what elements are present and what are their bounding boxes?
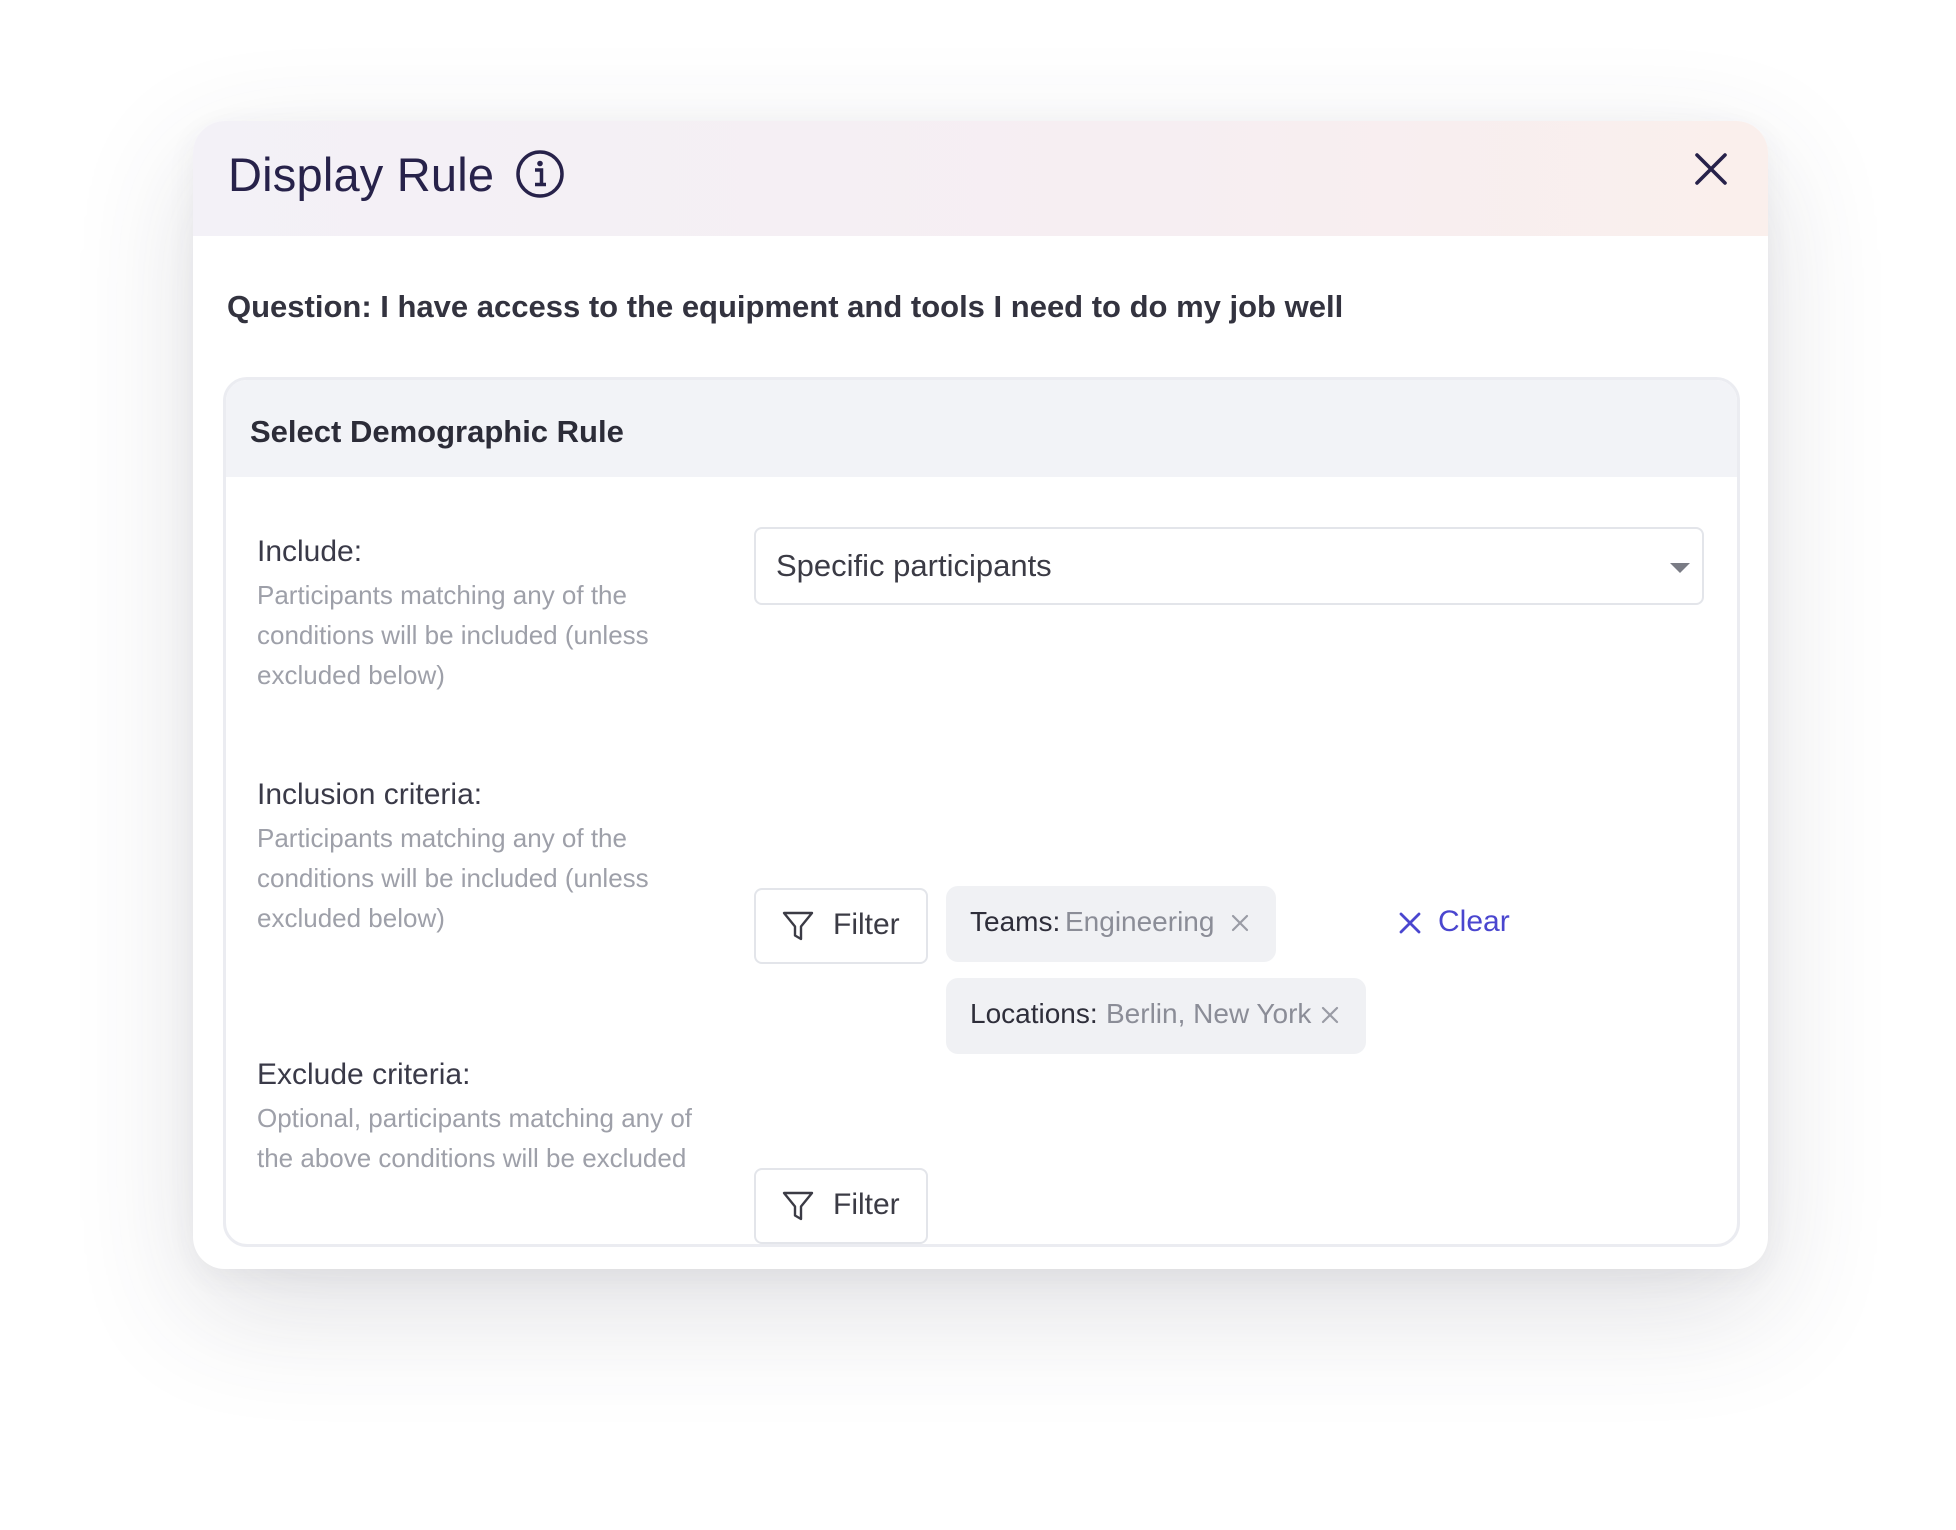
include-label: Include: — [257, 535, 363, 568]
inclusion-filter-button[interactable]: Filter — [754, 888, 928, 964]
rule-card-title: Select Demographic Rule — [250, 414, 624, 449]
filter-chip-locations: Locations: Berlin, New York — [946, 978, 1366, 1054]
dialog-title: Display Rule — [228, 148, 495, 201]
inclusion-criteria-help: Participants matching any of the conditi… — [257, 823, 649, 933]
chevron-down-icon — [1670, 563, 1690, 573]
remove-chip-icon[interactable] — [1230, 913, 1250, 933]
chip-key: Locations: — [970, 998, 1098, 1029]
dialog-header: Display Rule — [193, 121, 1768, 236]
include-select-value: Specific participants — [776, 548, 1052, 583]
exclude-criteria-help: Optional, participants matching any of t… — [257, 1103, 693, 1173]
exclude-filter-button[interactable]: Filter — [754, 1168, 928, 1244]
funnel-icon — [782, 1191, 814, 1221]
clear-filters-label: Clear — [1438, 905, 1510, 938]
clear-filters-button[interactable]: Clear — [1398, 903, 1518, 943]
question-text: Question: I have access to the equipment… — [227, 289, 1344, 324]
x-icon — [1399, 912, 1421, 934]
include-help: Participants matching any of the conditi… — [257, 580, 649, 690]
exclude-criteria-label: Exclude criteria: — [257, 1058, 471, 1091]
exclude-filter-label: Filter — [833, 1188, 900, 1221]
chip-key: Teams: — [970, 906, 1061, 937]
chip-value: Berlin, New York — [1106, 998, 1312, 1029]
inclusion-filter-label: Filter — [833, 908, 900, 941]
funnel-icon — [782, 911, 814, 941]
display-rule-dialog: Display Rule Question: I have access to … — [193, 121, 1768, 1269]
remove-chip-icon[interactable] — [1320, 1005, 1340, 1025]
chip-value: Engineering — [1065, 906, 1215, 937]
close-icon[interactable] — [1693, 151, 1729, 187]
info-icon[interactable] — [515, 149, 565, 199]
rule-card-header: Select Demographic Rule — [226, 380, 1737, 477]
filter-chip-teams: Teams: Engineering — [946, 886, 1276, 962]
inclusion-criteria-label: Inclusion criteria: — [257, 778, 483, 811]
include-select[interactable]: Specific participants — [754, 527, 1704, 605]
demographic-rule-card: Select Demographic Rule Include: Partici… — [223, 377, 1740, 1247]
